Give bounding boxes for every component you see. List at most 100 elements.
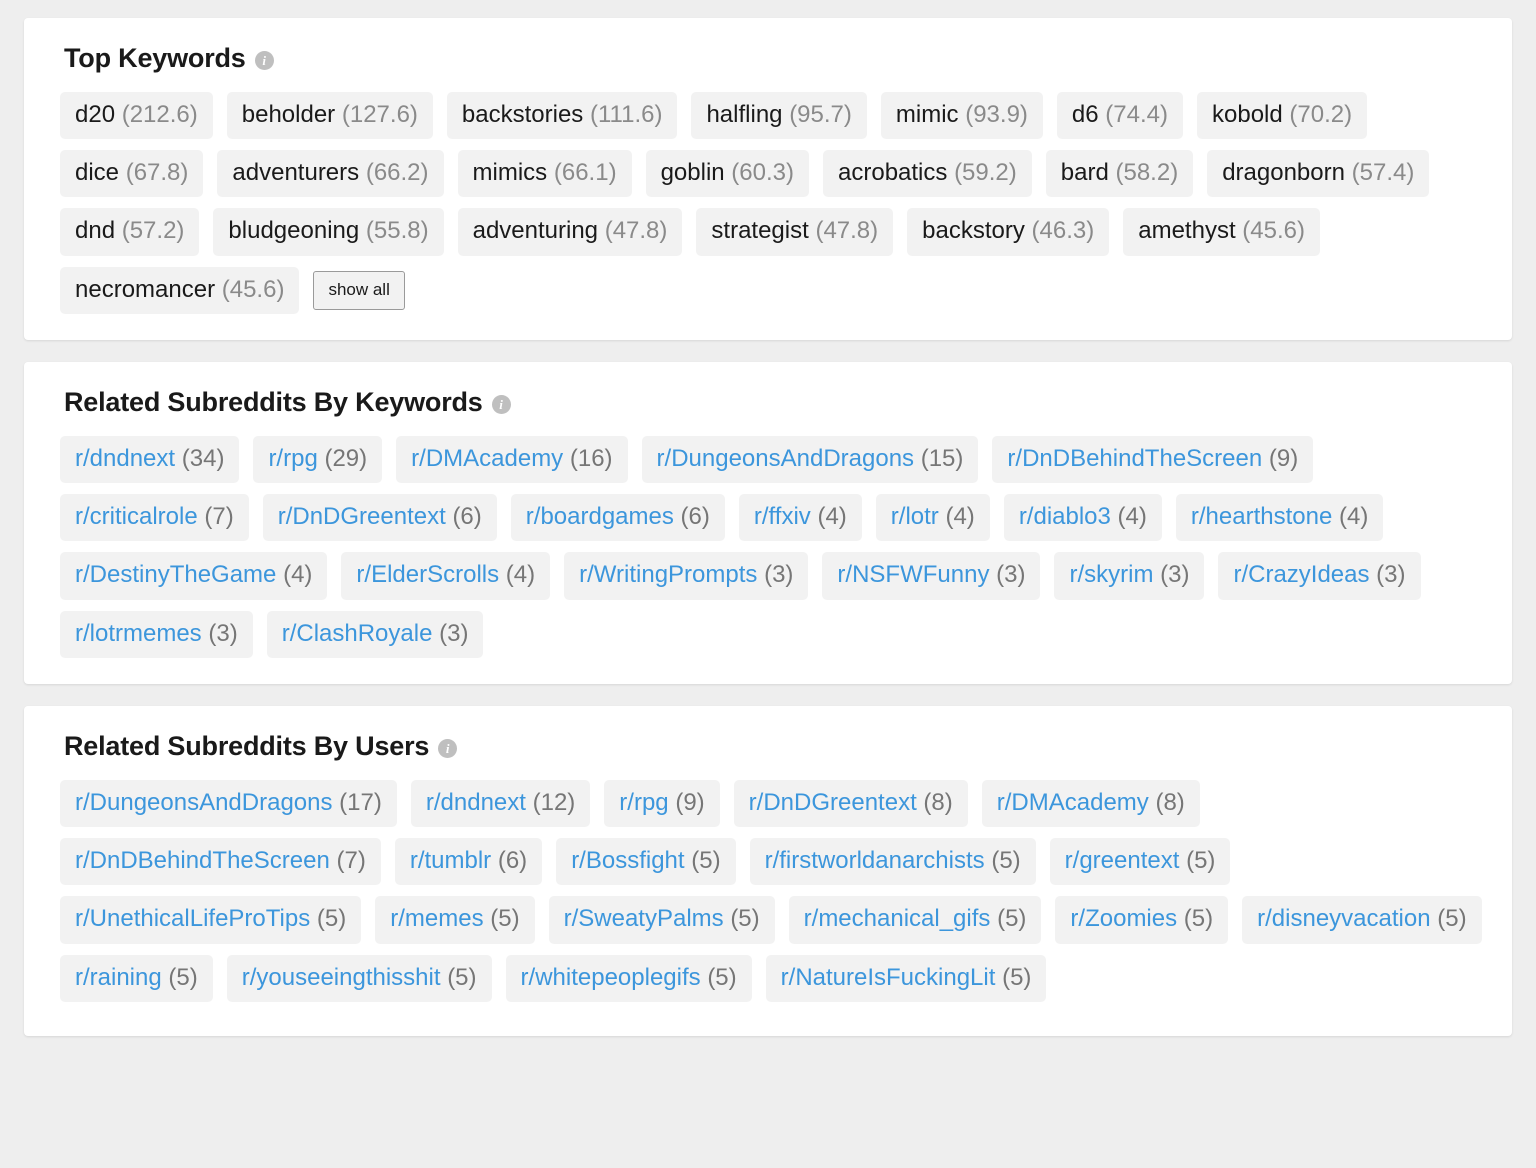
subreddit-chip[interactable]: r/ElderScrolls (4) (341, 552, 551, 600)
chip-count: (95.7) (789, 100, 852, 128)
chip-count: (5) (447, 963, 477, 991)
subreddit-chip[interactable]: r/CrazyIdeas (3) (1218, 552, 1421, 600)
subreddit-name: r/DungeonsAndDragons (75, 788, 333, 816)
keyword-chip[interactable]: goblin (60.3) (645, 150, 809, 198)
subreddit-chip[interactable]: r/youseeingthisshit (5) (226, 954, 492, 1002)
keyword-chip[interactable]: mimics (66.1) (457, 150, 632, 198)
subreddit-chip[interactable]: r/DnDBehindTheScreen (7) (60, 837, 381, 886)
keyword-chip[interactable]: backstory (46.3) (907, 208, 1110, 256)
keyword-chip[interactable]: dnd (57.2) (60, 208, 200, 256)
subreddit-chip[interactable]: r/DestinyTheGame (4) (60, 552, 328, 600)
subreddit-chip[interactable]: r/Bossfight (5) (556, 837, 736, 886)
subreddit-chip[interactable]: r/WritingPrompts (3) (564, 552, 809, 600)
info-icon[interactable]: i (438, 739, 458, 759)
keyword-chip[interactable]: d6 (74.4) (1056, 91, 1183, 139)
subreddit-chip[interactable]: r/criticalrole (7) (60, 493, 249, 542)
chip-count: (7) (336, 846, 366, 874)
subreddit-chip[interactable]: r/lotrmemes (3) (60, 610, 253, 658)
subreddit-chip[interactable]: r/rpg (9) (604, 779, 720, 827)
subreddit-chip[interactable]: r/lotr (4) (875, 493, 990, 542)
subreddit-chip[interactable]: r/DMAcademy (16) (396, 435, 628, 483)
keyword-name: dnd (75, 217, 116, 245)
keyword-chip[interactable]: bludgeoning (55.8) (213, 208, 444, 256)
subreddit-chip[interactable]: r/dndnext (34) (60, 435, 240, 483)
chip-count: (29) (324, 444, 368, 472)
keyword-name: mimic (895, 100, 959, 128)
chip-count: (5) (1002, 963, 1032, 991)
subreddit-chip[interactable]: r/DnDBehindTheScreen (9) (992, 435, 1314, 483)
card-header: Top Keywords i (64, 43, 1484, 74)
show-all-button[interactable]: show all (313, 270, 405, 310)
keyword-chip[interactable]: mimic (93.9) (880, 91, 1043, 139)
keyword-chip[interactable]: bard (58.2) (1045, 150, 1194, 198)
subreddit-name: r/diablo3 (1018, 502, 1111, 530)
subreddit-chip[interactable]: r/greentext (5) (1049, 837, 1231, 886)
card-top-keywords: Top Keywords i d20 (212.6) beholder (127.6)… (24, 18, 1512, 340)
subreddit-name: r/rpg (619, 788, 669, 816)
keyword-chip[interactable]: kobold (70.2) (1197, 91, 1368, 139)
keyword-chip[interactable]: acrobatics (59.2) (823, 150, 1032, 198)
subreddit-chip[interactable]: r/mechanical_gifs (5) (788, 896, 1042, 944)
subreddit-name: r/DungeonsAndDragons (656, 444, 915, 472)
chip-count: (9) (1268, 444, 1299, 472)
subreddit-chip[interactable]: r/memes (5) (375, 896, 535, 944)
info-icon[interactable]: i (491, 395, 511, 415)
subreddit-chip[interactable]: r/dndnext (12) (410, 779, 591, 827)
subreddit-chip[interactable]: r/disneyvacation (5) (1242, 896, 1482, 944)
subreddit-chip[interactable]: r/ClashRoyale (3) (266, 610, 484, 658)
subreddit-chip[interactable]: r/hearthstone (4) (1175, 493, 1384, 542)
keyword-chip[interactable]: backstories (111.6) (446, 91, 678, 139)
keyword-chip[interactable]: d20 (212.6) (60, 91, 213, 139)
keyword-chip[interactable]: halfling (95.7) (691, 91, 867, 139)
chip-count: (3) (1160, 561, 1190, 589)
chip-count: (60.3) (731, 159, 794, 186)
subreddit-chip[interactable]: r/DnDGreentext (6) (262, 493, 497, 542)
chip-count: (127.6) (341, 100, 418, 128)
chip-count: (5) (991, 846, 1021, 874)
keyword-chip[interactable]: adventuring (47.8) (457, 208, 683, 256)
subreddit-chip[interactable]: r/DnDGreentext (8) (733, 779, 968, 827)
subreddit-chip[interactable]: r/diablo3 (4) (1003, 493, 1162, 542)
subreddit-chip[interactable]: r/whitepeoplegifs (5) (505, 954, 752, 1002)
subreddit-chip[interactable]: r/DMAcademy (8) (981, 779, 1200, 827)
subreddit-chip[interactable]: r/Zoomies (5) (1055, 896, 1229, 944)
subreddit-name: r/ClashRoyale (281, 619, 433, 647)
keyword-chip[interactable]: strategist (47.8) (696, 208, 894, 256)
chip-count: (15) (920, 444, 964, 472)
chip-count: (3) (1376, 561, 1406, 589)
subreddit-chip[interactable]: r/SweatyPalms (5) (548, 896, 775, 944)
subreddit-chip[interactable]: r/tumblr (6) (394, 837, 543, 886)
chip-count: (3) (996, 561, 1026, 589)
subreddit-chip[interactable]: r/DungeonsAndDragons (15) (641, 435, 979, 483)
subreddit-chip[interactable]: r/skyrim (3) (1054, 552, 1205, 600)
keyword-chip[interactable]: necromancer (45.6) (60, 266, 300, 314)
subreddit-chip[interactable]: r/boardgames (6) (510, 493, 725, 542)
subreddit-chip[interactable]: r/firstworldanarchists (5) (749, 837, 1036, 886)
subreddit-chip[interactable]: r/NatureIsFuckingLit (5) (765, 954, 1047, 1002)
subreddit-chip[interactable]: r/rpg (29) (253, 435, 383, 483)
keyword-name: strategist (711, 217, 809, 245)
subreddit-name: r/firstworldanarchists (764, 846, 985, 874)
keyword-name: backstories (461, 100, 584, 128)
keyword-chip[interactable]: dragonborn (57.4) (1207, 150, 1430, 198)
subreddit-chip[interactable]: r/ffxiv (4) (738, 493, 862, 542)
info-icon[interactable]: i (254, 51, 274, 71)
chip-count: (47.8) (815, 217, 879, 245)
keyword-name: bard (1060, 159, 1109, 186)
keyword-chip[interactable]: beholder (127.6) (226, 91, 433, 139)
keyword-chip[interactable]: dice (67.8) (60, 150, 204, 198)
chip-count: (66.1) (553, 159, 617, 186)
keyword-chip[interactable]: amethyst (45.6) (1123, 208, 1320, 256)
subreddit-chip[interactable]: r/DungeonsAndDragons (17) (60, 779, 397, 827)
subreddit-name: r/SweatyPalms (563, 905, 724, 933)
card-header: Related Subreddits By Users i (64, 730, 1484, 762)
keyword-name: backstory (922, 217, 1025, 245)
card-title: Related Subreddits By Users (64, 730, 430, 761)
subreddit-name: r/DnDBehindTheScreen (75, 846, 330, 874)
subreddit-name: r/criticalrole (75, 502, 198, 530)
keyword-chip[interactable]: adventurers (66.2) (217, 150, 444, 198)
subreddit-chip[interactable]: r/NSFWFunny (3) (822, 552, 1041, 600)
subreddit-chip[interactable]: r/UnethicalLifeProTips (5) (60, 896, 362, 944)
subreddit-name: r/mechanical_gifs (803, 905, 991, 933)
subreddit-chip[interactable]: r/raining (5) (60, 954, 213, 1002)
